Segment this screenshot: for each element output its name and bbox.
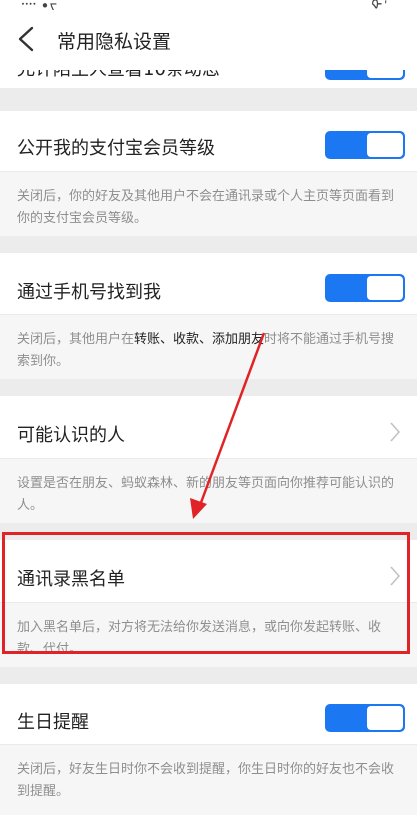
desc-text-member-level: 关闭后，你的好友及其他用户不会在通讯录或个人主页等页面看到你的支付宝会员等级。 (17, 189, 395, 226)
row-title-phone-search: 通过手机号找到我 (17, 282, 161, 303)
row-title-blacklist: 通讯录黑名单 (17, 569, 125, 590)
chevron-right-icon (390, 422, 401, 442)
chevron-right-icon (390, 566, 401, 586)
back-chevron-icon[interactable] (14, 24, 38, 54)
status-bar: ᠁ ∙ᠵ ᡐ ᡃ (0, 0, 417, 10)
toggle-member-level[interactable] (325, 131, 405, 159)
status-right: ᡐ ᡃ (371, 0, 387, 10)
desc-may-know: 设置是否在朋友、蚂蚁森林、新的朋友等页面向你推荐可能认识的人。 (0, 458, 417, 523)
desc-phone-part1: 关闭后，其他用户在 (17, 332, 135, 347)
status-left: ᠁ ∙ᠵ (18, 0, 58, 10)
desc-phone-search: 关闭后，其他用户在转账、收款、添加朋友时将不能通过手机号搜索到你。 (0, 314, 417, 379)
desc-text-blacklist: 加入黑名单后，对方将无法给你发送消息，或向你发起转账、收款、代付。 (17, 620, 382, 657)
desc-birthday: 关闭后，好友生日时你不会收到提醒，你生日时你的好友也不会收到提醒。 (0, 744, 417, 815)
toggle-birthday[interactable] (325, 704, 405, 732)
row-title-may-know: 可能认识的人 (17, 425, 125, 446)
row-title-member-level: 公开我的支付宝会员等级 (17, 138, 215, 159)
header: ᠁ ∙ᠵ ᡐ ᡃ 常用隐私设置 (0, 0, 417, 70)
desc-phone-highlight: 转账、收款、添加朋友 (134, 332, 265, 347)
toggle-phone-search[interactable] (325, 274, 405, 302)
desc-blacklist: 加入黑名单后，对方将无法给你发送消息，或向你发起转账、收款、代付。 (0, 602, 417, 667)
desc-text-may-know: 设置是否在朋友、蚂蚁森林、新的朋友等页面向你推荐可能认识的人。 (17, 476, 395, 513)
row-title-birthday: 生日提醒 (17, 712, 89, 733)
desc-member-level: 关闭后，你的好友及其他用户不会在通讯录或个人主页等页面看到你的支付宝会员等级。 (0, 171, 417, 236)
page-title: 常用隐私设置 (57, 31, 172, 53)
desc-text-birthday: 关闭后，好友生日时你不会收到提醒，你生日时你的好友也不会收到提醒。 (17, 762, 395, 799)
desc-text-phone-search: 关闭后，其他用户在转账、收款、添加朋友时将不能通过手机号搜索到你。 (17, 329, 397, 373)
